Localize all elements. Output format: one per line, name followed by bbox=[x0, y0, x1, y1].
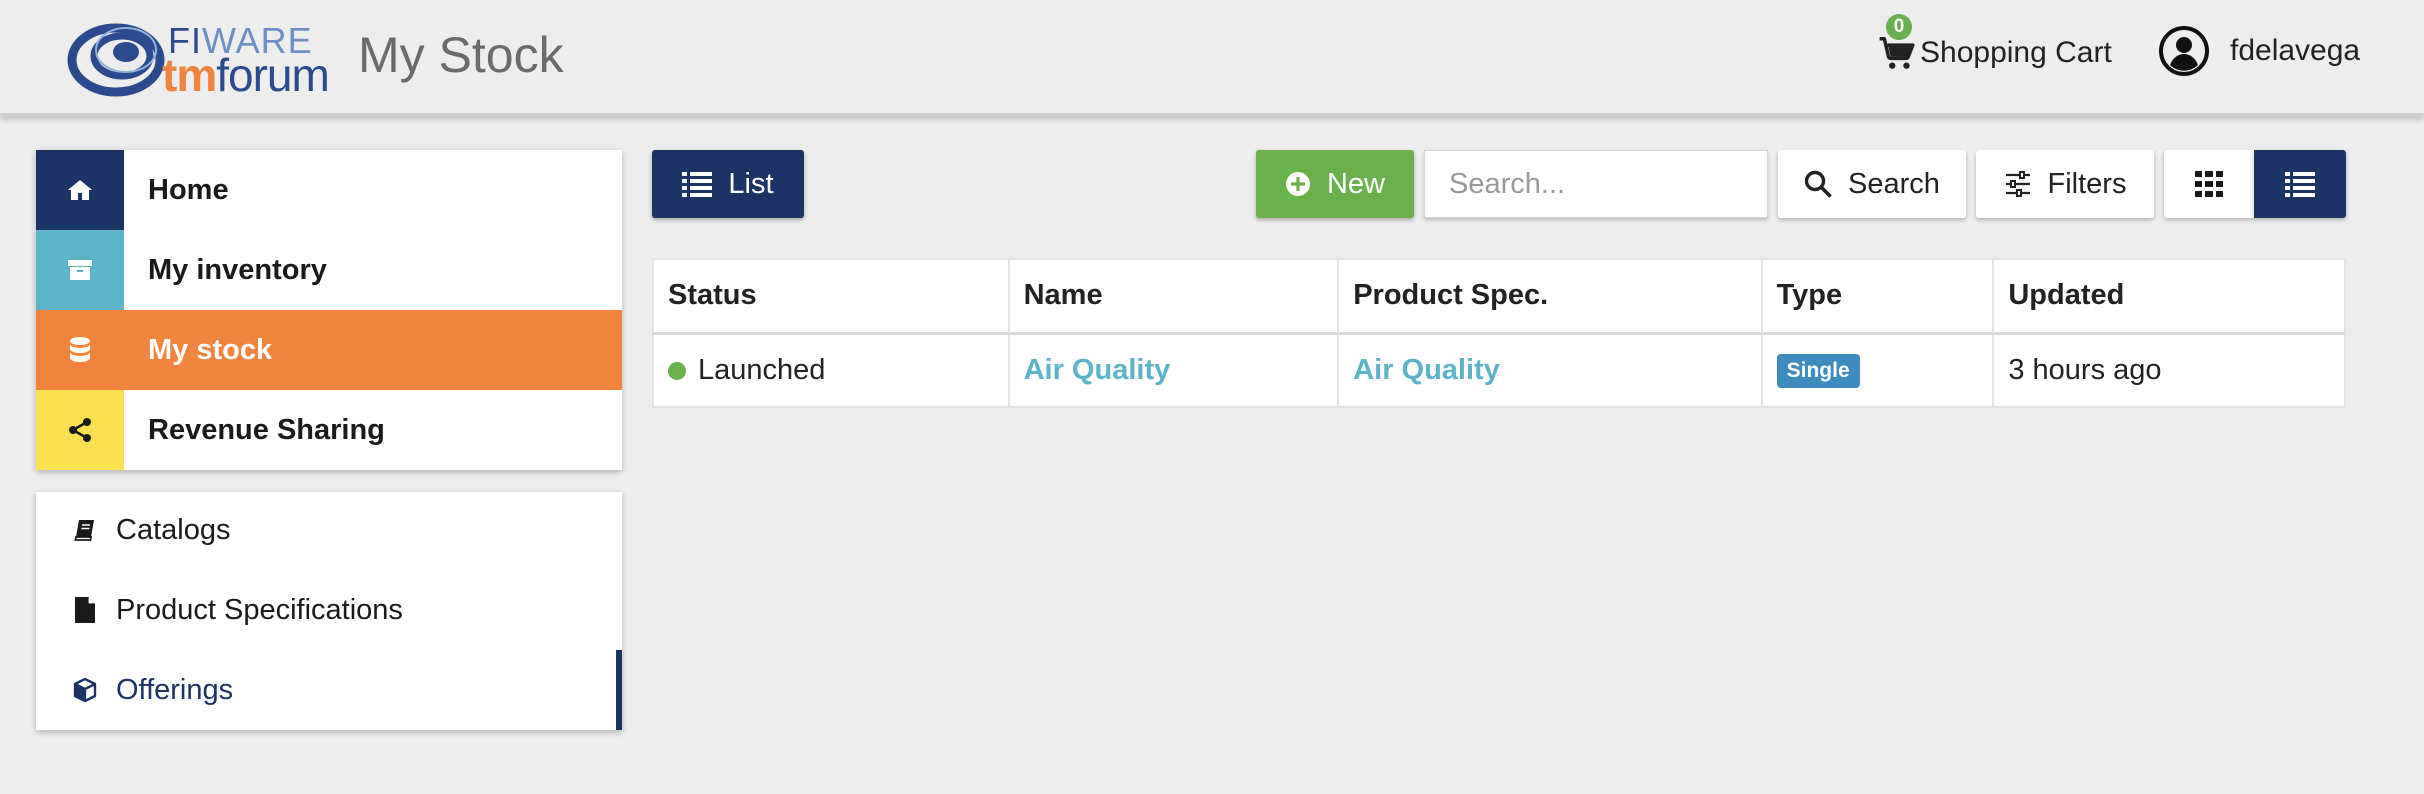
product-spec-link[interactable]: Air Quality bbox=[1353, 354, 1500, 386]
sidebar-item-catalogs[interactable]: Catalogs bbox=[36, 490, 622, 570]
new-button[interactable]: New bbox=[1256, 150, 1414, 218]
sidebar-item-offerings[interactable]: Offerings bbox=[36, 650, 622, 730]
filters-button-label: Filters bbox=[2047, 167, 2127, 200]
share-icon bbox=[36, 390, 124, 470]
home-icon bbox=[36, 150, 124, 230]
fiware-tmforum-logo[interactable]: FIWARE tmforum bbox=[66, 14, 342, 100]
archive-icon bbox=[36, 230, 124, 310]
sidebar-item-revenue-sharing[interactable]: Revenue Sharing bbox=[36, 390, 622, 470]
logo-swirl-icon bbox=[67, 23, 165, 97]
top-header: FIWARE tmforum My Stock 0 Shopping Cart … bbox=[0, 0, 2424, 116]
column-header-name[interactable]: Name bbox=[1007, 258, 1340, 335]
cube-icon bbox=[72, 676, 98, 704]
grid-icon bbox=[2195, 171, 2223, 197]
product-spec-cell: Air Quality bbox=[1337, 332, 1763, 408]
status-text: Launched bbox=[698, 353, 826, 386]
list-view-icon bbox=[2285, 171, 2315, 197]
table-header-row: Status Name Product Spec. Type Updated bbox=[652, 258, 2346, 335]
sliders-icon bbox=[2004, 171, 2032, 197]
column-header-status[interactable]: Status bbox=[652, 258, 1010, 335]
search-button[interactable]: Search bbox=[1778, 150, 1966, 218]
table-row[interactable]: Launched Air Quality Air Quality Single … bbox=[652, 332, 2346, 408]
search-button-label: Search bbox=[1848, 167, 1940, 200]
list-button-label: List bbox=[728, 167, 774, 200]
new-button-label: New bbox=[1326, 167, 1385, 200]
sidebar-main-nav: Home My inventory My stock Revenue Shari… bbox=[36, 150, 622, 470]
offerings-table: Status Name Product Spec. Type Updated L… bbox=[652, 258, 2346, 408]
page-title: My Stock bbox=[358, 27, 564, 83]
book-icon bbox=[72, 516, 98, 544]
list-button[interactable]: List bbox=[652, 150, 804, 218]
username: fdelavega bbox=[2230, 34, 2361, 67]
sidebar-item-label: Revenue Sharing bbox=[148, 413, 385, 446]
sidebar-item-my-stock[interactable]: My stock bbox=[36, 310, 622, 390]
user-avatar-icon bbox=[2159, 26, 2209, 76]
type-badge: Single bbox=[1776, 354, 1860, 389]
database-icon bbox=[36, 310, 124, 390]
shopping-cart-label: Shopping Cart bbox=[1920, 36, 2112, 69]
shopping-cart-link[interactable]: 0 Shopping Cart bbox=[1878, 14, 2112, 78]
type-cell: Single bbox=[1760, 332, 1995, 408]
list-view-button[interactable] bbox=[2254, 150, 2346, 218]
column-header-updated[interactable]: Updated bbox=[1992, 258, 2346, 335]
plus-circle-icon bbox=[1285, 171, 1311, 197]
list-icon bbox=[682, 171, 713, 197]
shopping-cart-icon: 0 bbox=[1878, 14, 1916, 72]
sidebar-item-label: My stock bbox=[148, 333, 273, 366]
file-icon bbox=[72, 596, 98, 624]
sidebar-sub-nav: Catalogs Product Specifications Offering… bbox=[36, 492, 622, 730]
status-dot-icon bbox=[668, 361, 686, 380]
sidebar-item-label: Catalogs bbox=[116, 513, 231, 546]
filters-button[interactable]: Filters bbox=[1976, 150, 2154, 218]
sidebar-item-label: Product Specifications bbox=[116, 593, 403, 626]
grid-view-button[interactable] bbox=[2164, 150, 2254, 218]
cart-count-badge: 0 bbox=[1886, 14, 1912, 40]
updated-cell: 3 hours ago bbox=[1992, 332, 2346, 408]
search-icon bbox=[1804, 170, 1832, 198]
user-menu[interactable]: fdelavega bbox=[2158, 24, 2360, 78]
status-cell: Launched bbox=[652, 332, 1010, 408]
sidebar-item-product-specifications[interactable]: Product Specifications bbox=[36, 570, 622, 650]
sidebar-item-label: Offerings bbox=[116, 673, 234, 706]
sidebar-item-label: Home bbox=[148, 173, 229, 206]
column-header-type[interactable]: Type bbox=[1760, 258, 1995, 335]
offering-name-link[interactable]: Air Quality bbox=[1024, 354, 1171, 386]
logo-tmforum-text: tmforum bbox=[162, 49, 330, 101]
sidebar-item-my-inventory[interactable]: My inventory bbox=[36, 230, 622, 310]
sidebar-item-home[interactable]: Home bbox=[36, 150, 622, 230]
name-cell: Air Quality bbox=[1007, 332, 1340, 408]
column-header-product-spec[interactable]: Product Spec. bbox=[1337, 258, 1763, 335]
sidebar-item-label: My inventory bbox=[148, 253, 327, 286]
search-input[interactable] bbox=[1424, 150, 1768, 218]
